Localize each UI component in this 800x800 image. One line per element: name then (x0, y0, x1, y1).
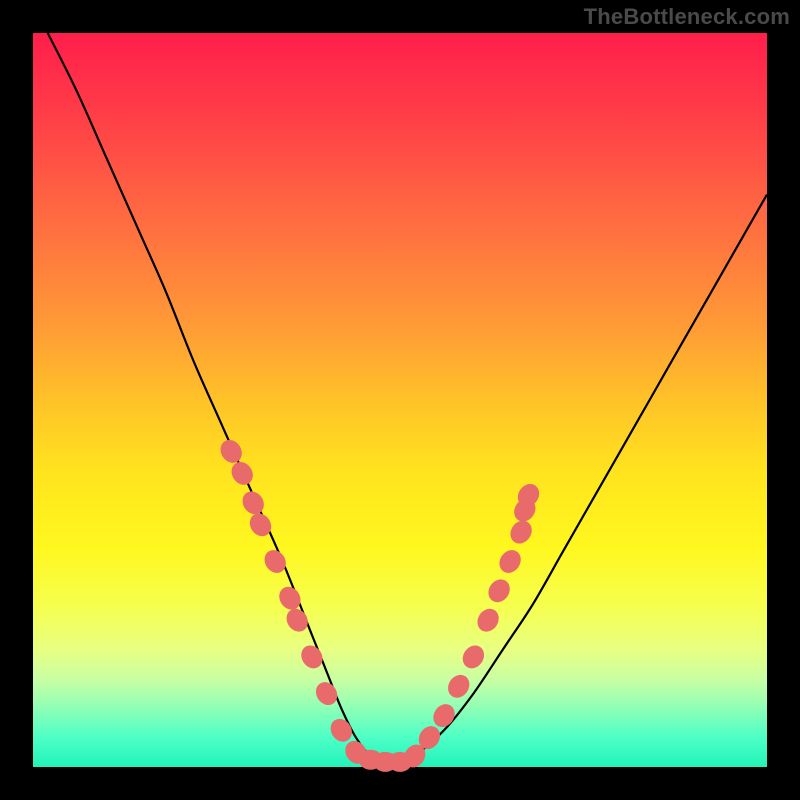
data-point (444, 671, 474, 702)
data-point (473, 605, 503, 636)
data-point (495, 546, 525, 577)
data-point (238, 487, 268, 518)
bottleneck-curve (48, 33, 767, 764)
data-point (282, 605, 312, 636)
data-point (429, 700, 459, 731)
data-point (484, 575, 514, 606)
chart-overlay (33, 33, 767, 767)
curve-path (48, 33, 767, 764)
data-point (275, 583, 305, 614)
data-point (297, 641, 327, 672)
data-point (312, 678, 342, 709)
data-points (216, 436, 543, 772)
chart-frame: TheBottleneck.com (0, 0, 800, 800)
data-point (458, 641, 488, 672)
watermark-text: TheBottleneck.com (584, 4, 790, 30)
data-point (260, 546, 290, 577)
data-point (326, 715, 356, 746)
